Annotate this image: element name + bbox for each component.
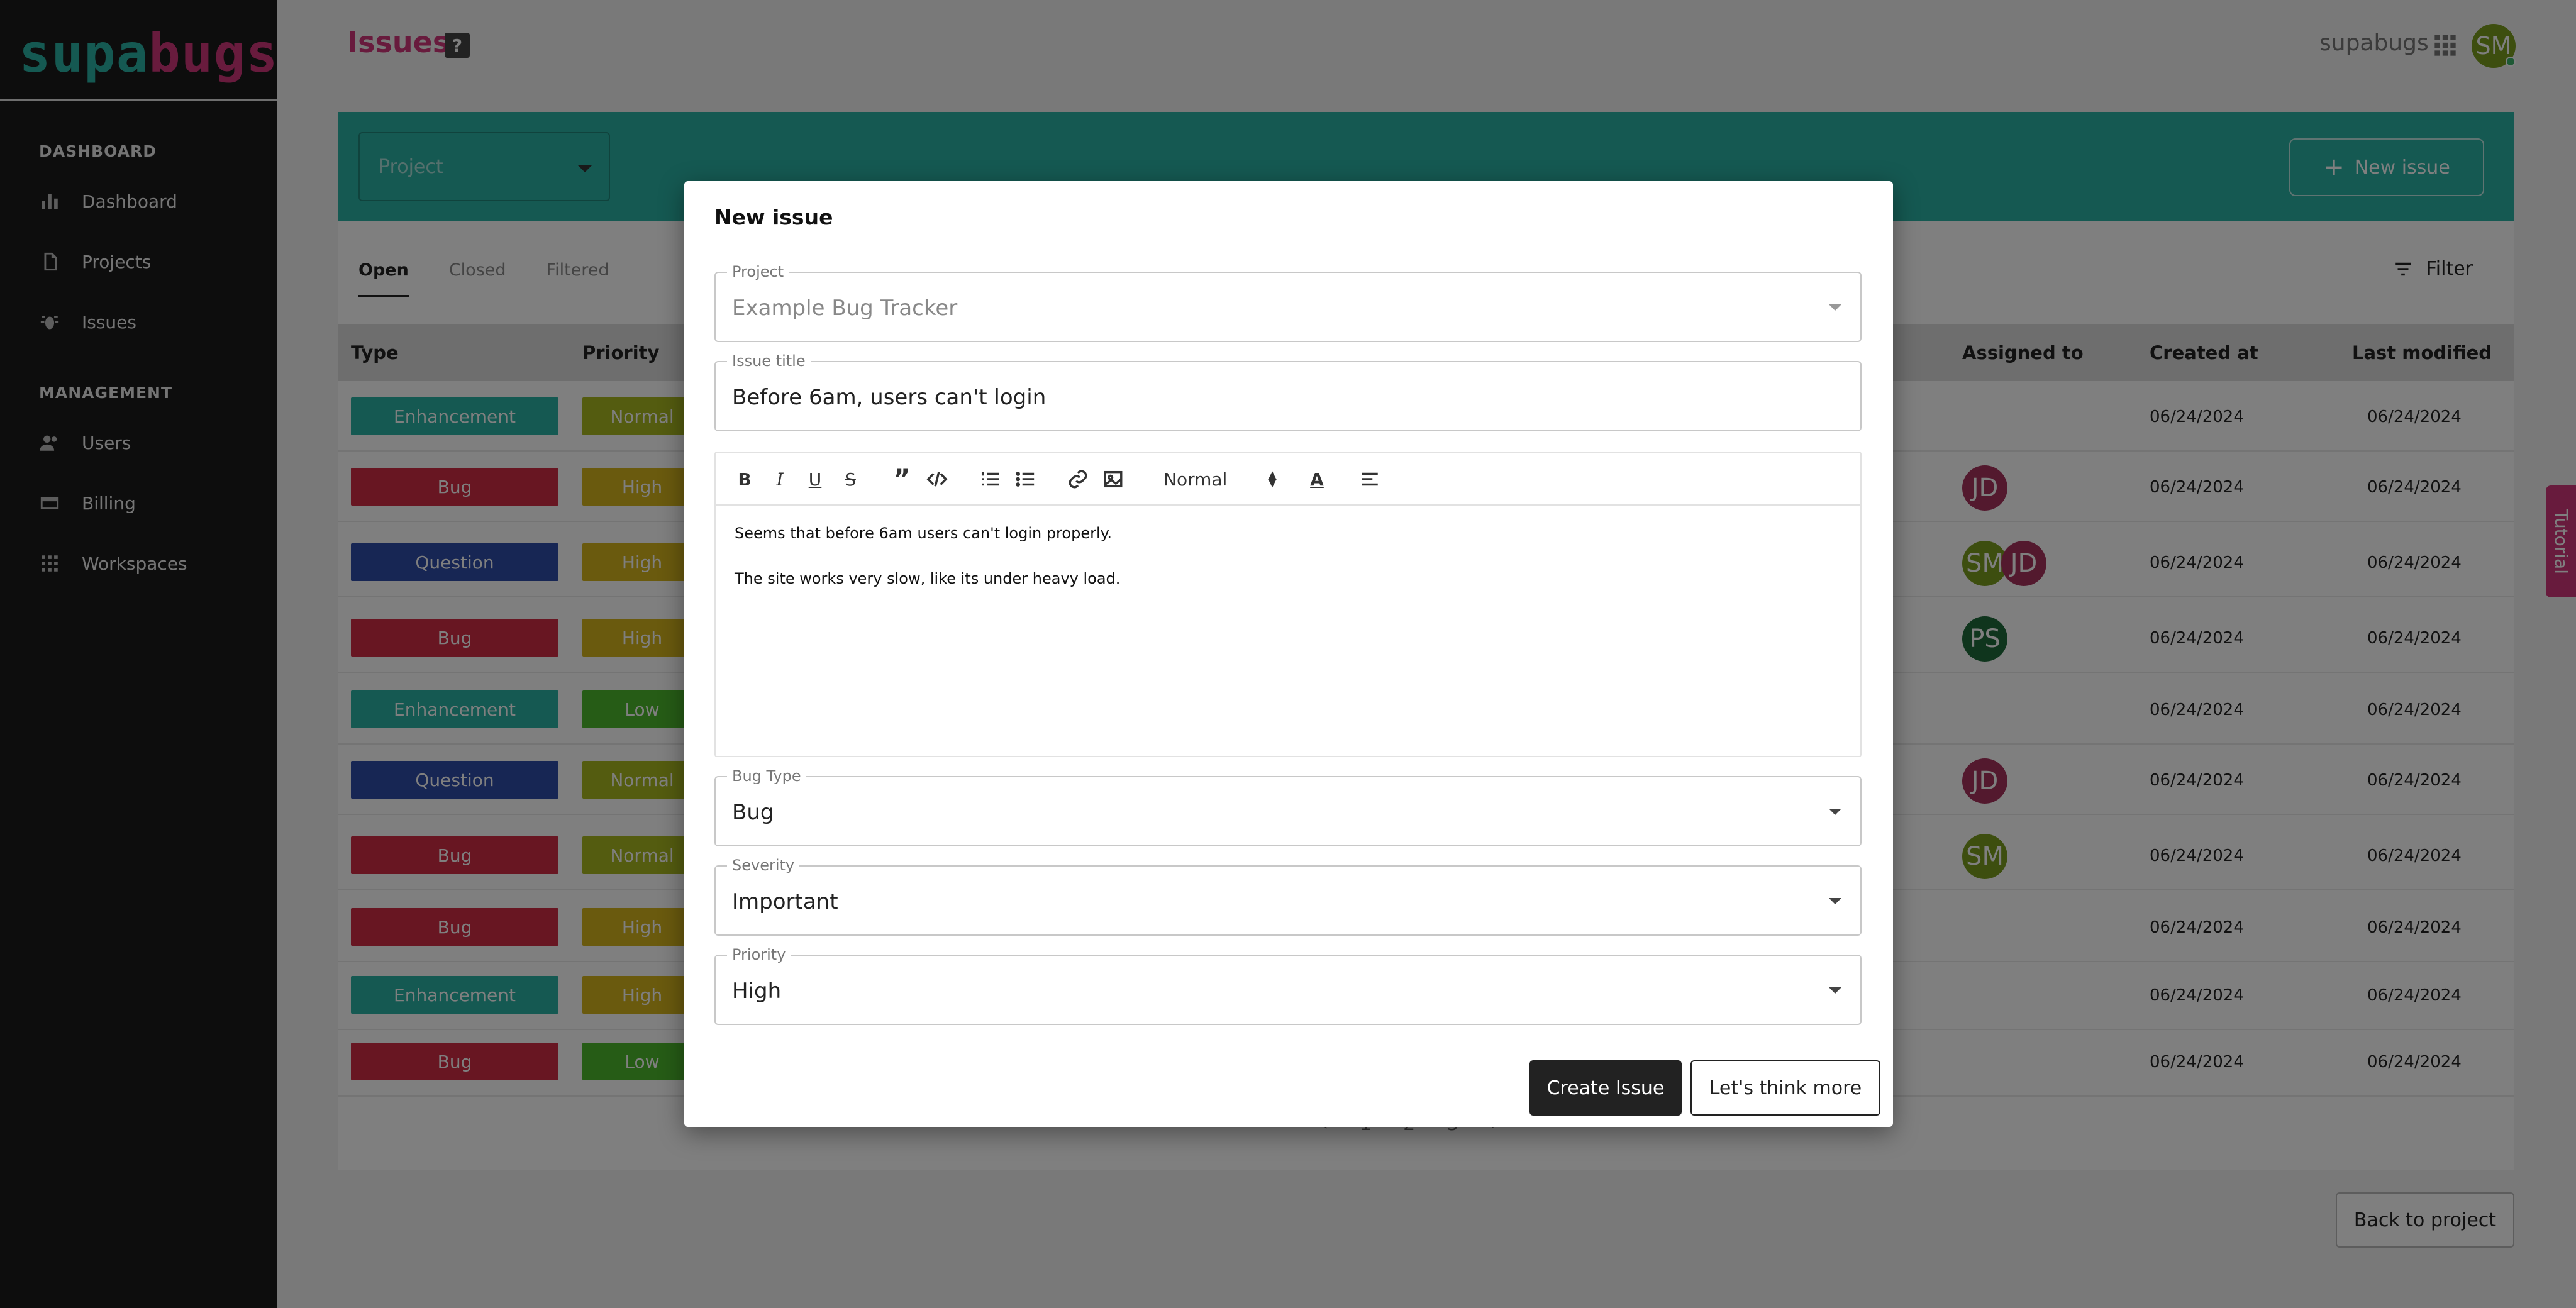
code-icon[interactable] [924,467,950,492]
chevron-down-icon [1829,987,1841,994]
issue-title-input[interactable]: Issue title Before 6am, users can't logi… [714,352,1862,431]
field-value: High [732,978,782,1004]
field-value: Example Bug Tracker [732,296,958,321]
link-icon[interactable] [1065,467,1091,492]
italic-icon[interactable]: I [767,467,792,492]
field-label: Issue title [727,352,811,370]
project-field[interactable]: Project Example Bug Tracker [714,263,1862,342]
chevron-down-icon [1829,304,1841,311]
description-editor: B I U S ” Normal ▲ ▼ A Seems that before … [714,452,1862,757]
align-icon[interactable] [1357,467,1382,492]
field-value: Important [732,889,838,914]
field-label: Priority [727,946,791,963]
priority-select[interactable]: Priority High [714,946,1862,1025]
editor-paragraph: Seems that before 6am users can't login … [735,524,1113,542]
modal-title: New issue [714,205,833,230]
image-icon[interactable] [1101,467,1126,492]
ordered-list-icon[interactable] [977,467,1002,492]
bug-type-select[interactable]: Bug Type Bug [714,767,1862,846]
field-value: Before 6am, users can't login [732,385,1046,410]
editor-paragraph: The site works very slow, like its under… [735,570,1121,587]
heading-select[interactable]: Normal ▲ ▼ [1163,467,1277,492]
editor-toolbar: B I U S ” Normal ▲ ▼ A [716,453,1860,506]
text-color-icon[interactable]: A [1304,467,1330,492]
new-issue-modal: New issue Project Example Bug Tracker Is… [684,181,1893,1127]
severity-select[interactable]: Severity Important [714,856,1862,936]
cancel-button[interactable]: Let's think more [1690,1060,1880,1116]
bold-icon[interactable]: B [732,467,757,492]
field-value: Bug [732,800,774,825]
sort-arrows-icon: ▲ ▼ [1268,468,1277,489]
chevron-down-icon [1829,898,1841,904]
underline-icon[interactable]: U [802,467,828,492]
field-label: Bug Type [727,767,806,785]
field-label: Severity [727,856,800,874]
editor-content[interactable]: Seems that before 6am users can't login … [735,522,1120,612]
bullet-list-icon[interactable] [1013,467,1038,492]
strikethrough-icon[interactable]: S [838,467,863,492]
chevron-down-icon [1829,809,1841,815]
blockquote-icon[interactable]: ” [889,465,914,494]
field-label: Project [727,263,789,280]
create-issue-button[interactable]: Create Issue [1530,1060,1682,1116]
